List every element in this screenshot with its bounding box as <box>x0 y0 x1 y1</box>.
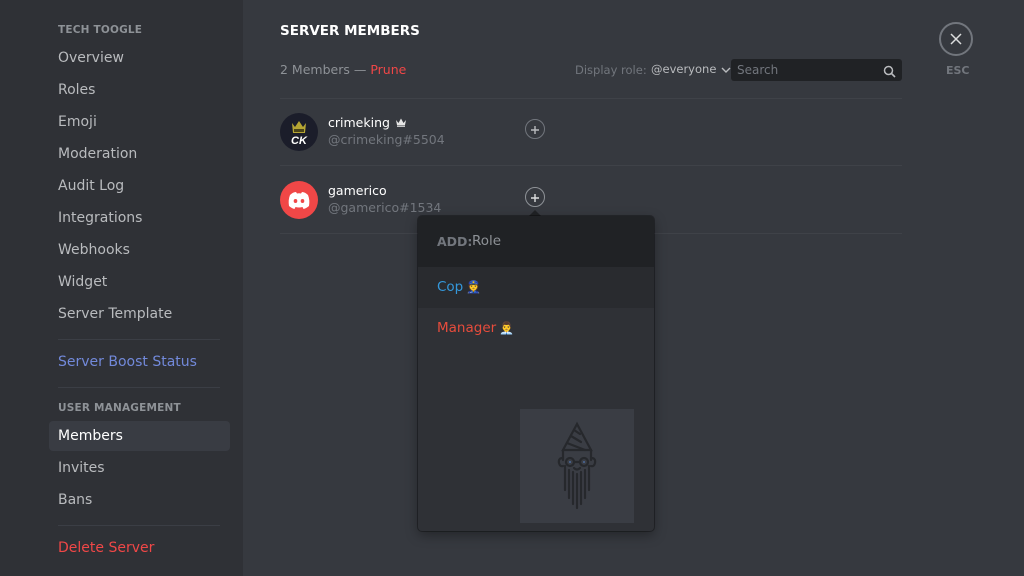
add-role-button[interactable] <box>525 119 545 139</box>
sidebar-item-emoji[interactable]: Emoji <box>49 107 230 137</box>
role-name: Cop <box>437 279 464 295</box>
member-row: CK crimeking @crimeking#5504 <box>280 98 902 164</box>
wizard-icon <box>557 421 597 510</box>
member-name: gamerico <box>328 183 387 198</box>
sidebar-item-delete-server[interactable]: Delete Server <box>49 533 230 563</box>
sidebar-item-moderation[interactable]: Moderation <box>49 139 230 169</box>
role-option-manager[interactable]: Manager 👨‍💼 <box>418 308 654 349</box>
avatar[interactable]: CK <box>280 113 318 151</box>
plus-icon <box>530 120 540 139</box>
search-input[interactable] <box>737 59 877 81</box>
add-label: ADD: <box>437 234 473 249</box>
search-box <box>731 59 902 81</box>
member-tag: @gamerico#1534 <box>328 200 442 215</box>
display-role-value: @everyone <box>651 62 717 76</box>
close-button[interactable] <box>939 22 973 56</box>
police-officer-emoji-icon: 👮 <box>466 280 482 294</box>
page-title: SERVER MEMBERS <box>280 23 420 39</box>
sidebar-divider <box>58 525 220 526</box>
settings-sidebar: TECH TOOGLE Overview Roles Emoji Moderat… <box>0 0 243 576</box>
crown-icon <box>395 115 407 130</box>
separator: — <box>353 62 367 77</box>
sidebar-item-server-template[interactable]: Server Template <box>49 299 230 329</box>
plus-icon <box>530 188 540 207</box>
sidebar-divider <box>58 387 220 388</box>
wizard-illustration <box>520 409 634 523</box>
sidebar-item-roles[interactable]: Roles <box>49 75 230 105</box>
popout-header: ADD: <box>418 216 654 267</box>
close-icon <box>950 30 962 49</box>
avatar[interactable] <box>280 181 318 219</box>
add-role-popout: ADD: Cop👮 Manager👨‍💼 <box>418 216 654 531</box>
sidebar-item-overview[interactable]: Overview <box>49 43 230 73</box>
office-worker-emoji-icon: 👨‍💼 <box>499 321 515 335</box>
member-tag: @crimeking#5504 <box>328 132 445 147</box>
prune-link[interactable]: Prune <box>370 62 406 77</box>
sidebar-item-integrations[interactable]: Integrations <box>49 203 230 233</box>
chevron-down-icon <box>721 62 731 76</box>
member-count: 2 Members — Prune <box>280 62 406 77</box>
sidebar-item-server-boost-status[interactable]: Server Boost Status <box>49 347 230 377</box>
sidebar-item-members[interactable]: Members <box>49 421 230 451</box>
role-search-input[interactable] <box>472 230 632 252</box>
add-role-button[interactable] <box>525 187 545 207</box>
search-icon <box>883 63 896 82</box>
sidebar-item-audit-log[interactable]: Audit Log <box>49 171 230 201</box>
user-management-header: USER MANAGEMENT <box>58 402 181 414</box>
sidebar-divider <box>58 339 220 340</box>
member-username: gamerico <box>328 183 387 198</box>
esc-label: ESC <box>946 64 970 77</box>
server-name-header: TECH TOOGLE <box>58 24 143 36</box>
role-option-cop[interactable]: Cop 👮 <box>418 267 654 308</box>
display-role-select[interactable]: @everyone <box>651 62 731 76</box>
sidebar-item-widget[interactable]: Widget <box>49 267 230 297</box>
sidebar-item-bans[interactable]: Bans <box>49 485 230 515</box>
svg-text:CK: CK <box>291 135 308 147</box>
member-name: crimeking <box>328 115 407 130</box>
sidebar-item-invites[interactable]: Invites <box>49 453 230 483</box>
member-count-text: 2 Members <box>280 62 350 77</box>
display-role-label: Display role: <box>575 63 647 77</box>
sidebar-item-webhooks[interactable]: Webhooks <box>49 235 230 265</box>
member-username: crimeking <box>328 115 390 130</box>
role-name: Manager <box>437 320 497 336</box>
